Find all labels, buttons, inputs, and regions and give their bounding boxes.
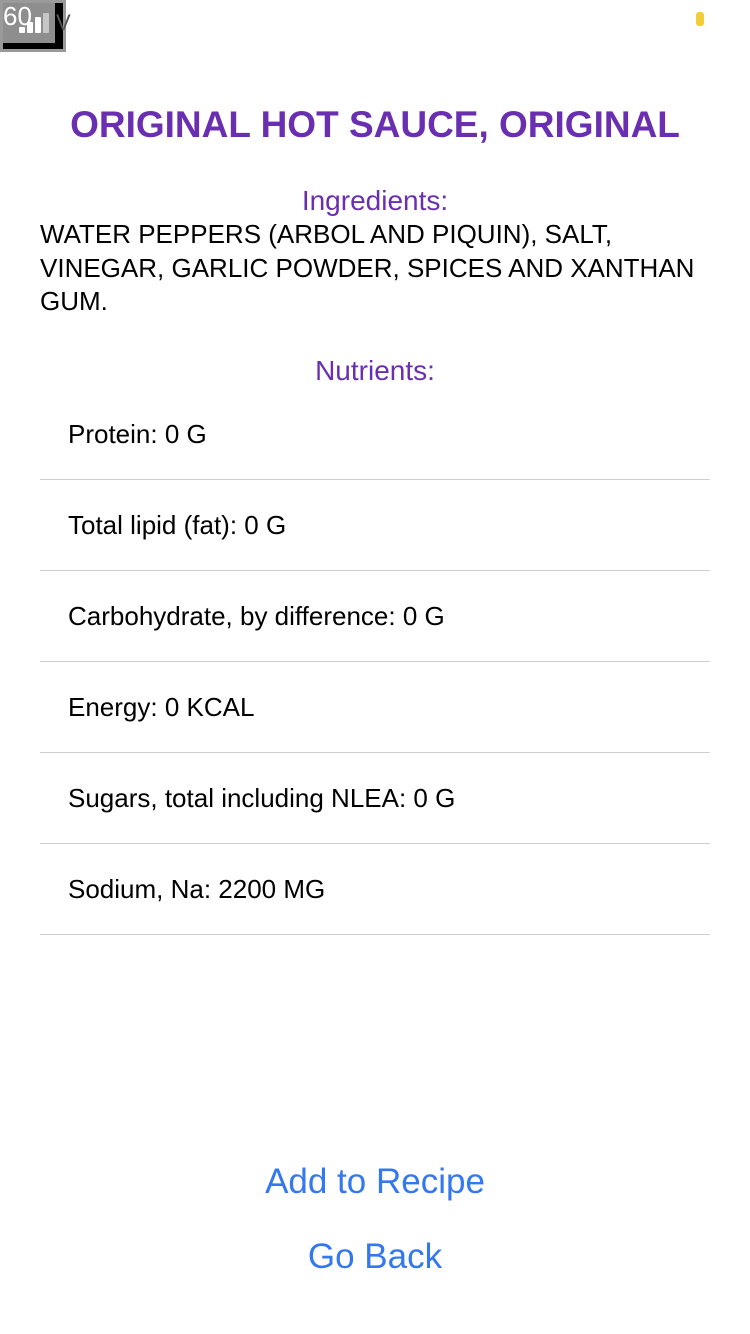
debug-overlay-panel: 60 xyxy=(3,1,55,43)
status-bar: 60 V xyxy=(0,0,750,54)
nutrient-row-carbohydrate: Carbohydrate, by difference: 0 G xyxy=(40,571,710,662)
battery-icon xyxy=(696,12,704,26)
nutrient-row-energy: Energy: 0 KCAL xyxy=(40,662,710,753)
debug-label: 60 xyxy=(3,1,32,31)
nutrient-row-sodium: Sodium, Na: 2200 MG xyxy=(40,844,710,935)
carrier-label: V xyxy=(56,10,71,35)
nutrient-row-protein: Protein: 0 G xyxy=(40,389,710,480)
nutrient-row-sugars: Sugars, total including NLEA: 0 G xyxy=(40,753,710,844)
product-title: ORIGINAL HOT SAUCE, ORIGINAL xyxy=(70,104,680,145)
nutrients-list: Protein: 0 G Total lipid (fat): 0 G Carb… xyxy=(40,389,710,935)
ingredients-heading: Ingredients: xyxy=(301,185,449,216)
add-to-recipe-button[interactable]: Add to Recipe xyxy=(0,1160,750,1204)
ingredients-text: WATER PEPPERS (ARBOL AND PIQUIN), SALT, … xyxy=(40,219,695,316)
nutrients-heading: Nutrients: xyxy=(315,355,435,386)
nutrient-row-fat: Total lipid (fat): 0 G xyxy=(40,480,710,571)
go-back-button[interactable]: Go Back xyxy=(0,1235,750,1279)
